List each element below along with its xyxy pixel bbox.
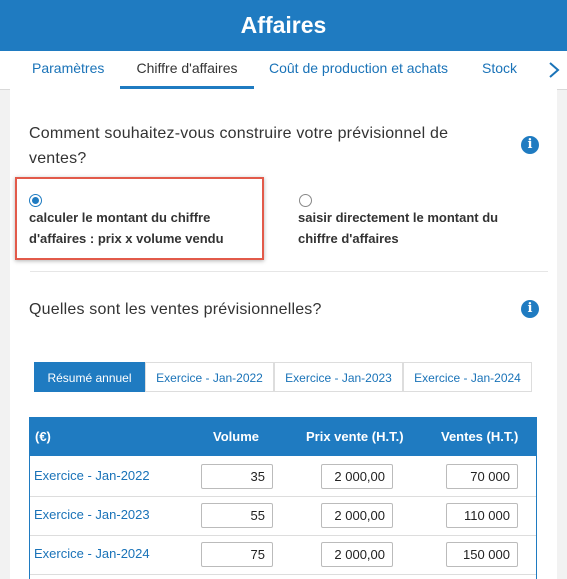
option-direct-label[interactable]: saisir directement le montant du chiffre… bbox=[298, 207, 528, 249]
table-header: (€) Volume Prix vente (H.T.) Ventes (H.T… bbox=[30, 418, 536, 456]
tab-chiffre-affaires[interactable]: Chiffre d'affaires bbox=[120, 51, 254, 89]
volume-input[interactable]: 75 bbox=[201, 542, 273, 567]
pill-exercice-2022[interactable]: Exercice - Jan-2022 bbox=[145, 362, 274, 392]
col-volume: Volume bbox=[213, 429, 259, 444]
table-row: Exercice - Jan-2022 35 2 000,00 70 000 bbox=[30, 457, 536, 497]
row-label[interactable]: Exercice - Jan-2024 bbox=[34, 535, 150, 573]
pill-exercice-2024[interactable]: Exercice - Jan-2024 bbox=[403, 362, 532, 392]
sales-input[interactable]: 70 000 bbox=[446, 464, 518, 489]
sales-input[interactable]: 110 000 bbox=[446, 503, 518, 528]
tab-cout-production[interactable]: Coût de production et achats bbox=[269, 51, 448, 89]
page-title: Affaires bbox=[240, 12, 327, 38]
volume-input[interactable]: 55 bbox=[201, 503, 273, 528]
info-icon[interactable]: i bbox=[521, 136, 539, 154]
chevron-right-icon bbox=[549, 62, 560, 78]
sales-question: Quelles sont les ventes prévisionnelles? bbox=[29, 301, 322, 318]
price-input[interactable]: 2 000,00 bbox=[321, 542, 393, 567]
price-input[interactable]: 2 000,00 bbox=[321, 503, 393, 528]
volume-input[interactable]: 35 bbox=[201, 464, 273, 489]
table-row: Exercice - Jan-2024 75 2 000,00 150 000 bbox=[30, 535, 536, 575]
radio-calculate[interactable] bbox=[29, 194, 42, 207]
construction-question: Comment souhaitez-vous construire votre … bbox=[29, 125, 449, 167]
tab-parametres[interactable]: Paramètres bbox=[32, 51, 104, 89]
tabs-scroll-right-button[interactable] bbox=[541, 51, 567, 89]
col-price: Prix vente (H.T.) bbox=[306, 429, 404, 444]
price-input[interactable]: 2 000,00 bbox=[321, 464, 393, 489]
table-row: Exercice - Jan-2023 55 2 000,00 110 000 bbox=[30, 496, 536, 536]
pill-exercice-2023[interactable]: Exercice - Jan-2023 bbox=[274, 362, 403, 392]
option-calculate-label[interactable]: calculer le montant du chiffre d'affaire… bbox=[29, 207, 259, 249]
info-icon[interactable]: i bbox=[521, 300, 539, 318]
col-currency: (€) bbox=[35, 429, 51, 444]
app-header: Affaires bbox=[0, 0, 567, 51]
row-label[interactable]: Exercice - Jan-2023 bbox=[34, 496, 150, 534]
sales-input[interactable]: 150 000 bbox=[446, 542, 518, 567]
col-sales: Ventes (H.T.) bbox=[441, 429, 519, 444]
sales-table: (€) Volume Prix vente (H.T.) Ventes (H.T… bbox=[29, 417, 537, 579]
tab-stock[interactable]: Stock bbox=[482, 51, 517, 89]
pill-resume-annuel[interactable]: Résumé annuel bbox=[34, 362, 145, 392]
row-label[interactable]: Exercice - Jan-2022 bbox=[34, 457, 150, 495]
radio-direct[interactable] bbox=[299, 194, 312, 207]
section-divider bbox=[30, 271, 548, 272]
tab-bar: Paramètres Chiffre d'affaires Coût de pr… bbox=[0, 51, 567, 90]
